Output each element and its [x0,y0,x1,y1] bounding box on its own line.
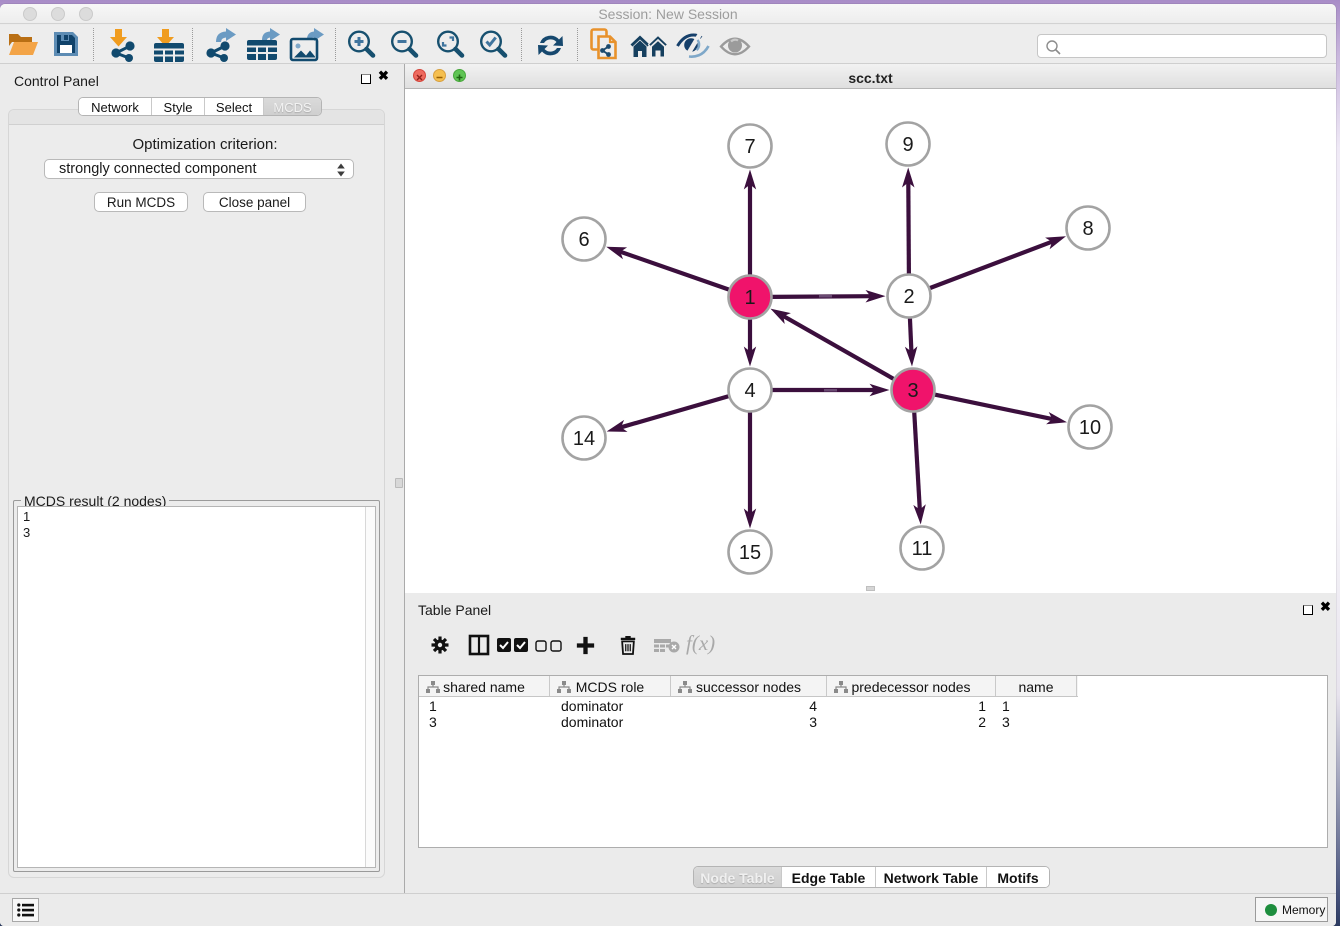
svg-text:3: 3 [907,380,918,402]
svg-text:6: 6 [578,229,589,251]
svg-text:7: 7 [744,136,755,158]
svg-text:14: 14 [573,428,595,450]
svg-text:1: 1 [744,287,755,309]
svg-text:2: 2 [903,286,914,308]
svg-text:10: 10 [1079,417,1101,439]
svg-text:4: 4 [744,380,755,402]
svg-text:8: 8 [1082,218,1093,240]
svg-text:11: 11 [912,538,933,560]
svg-text:9: 9 [902,134,913,156]
svg-text:15: 15 [739,542,761,564]
